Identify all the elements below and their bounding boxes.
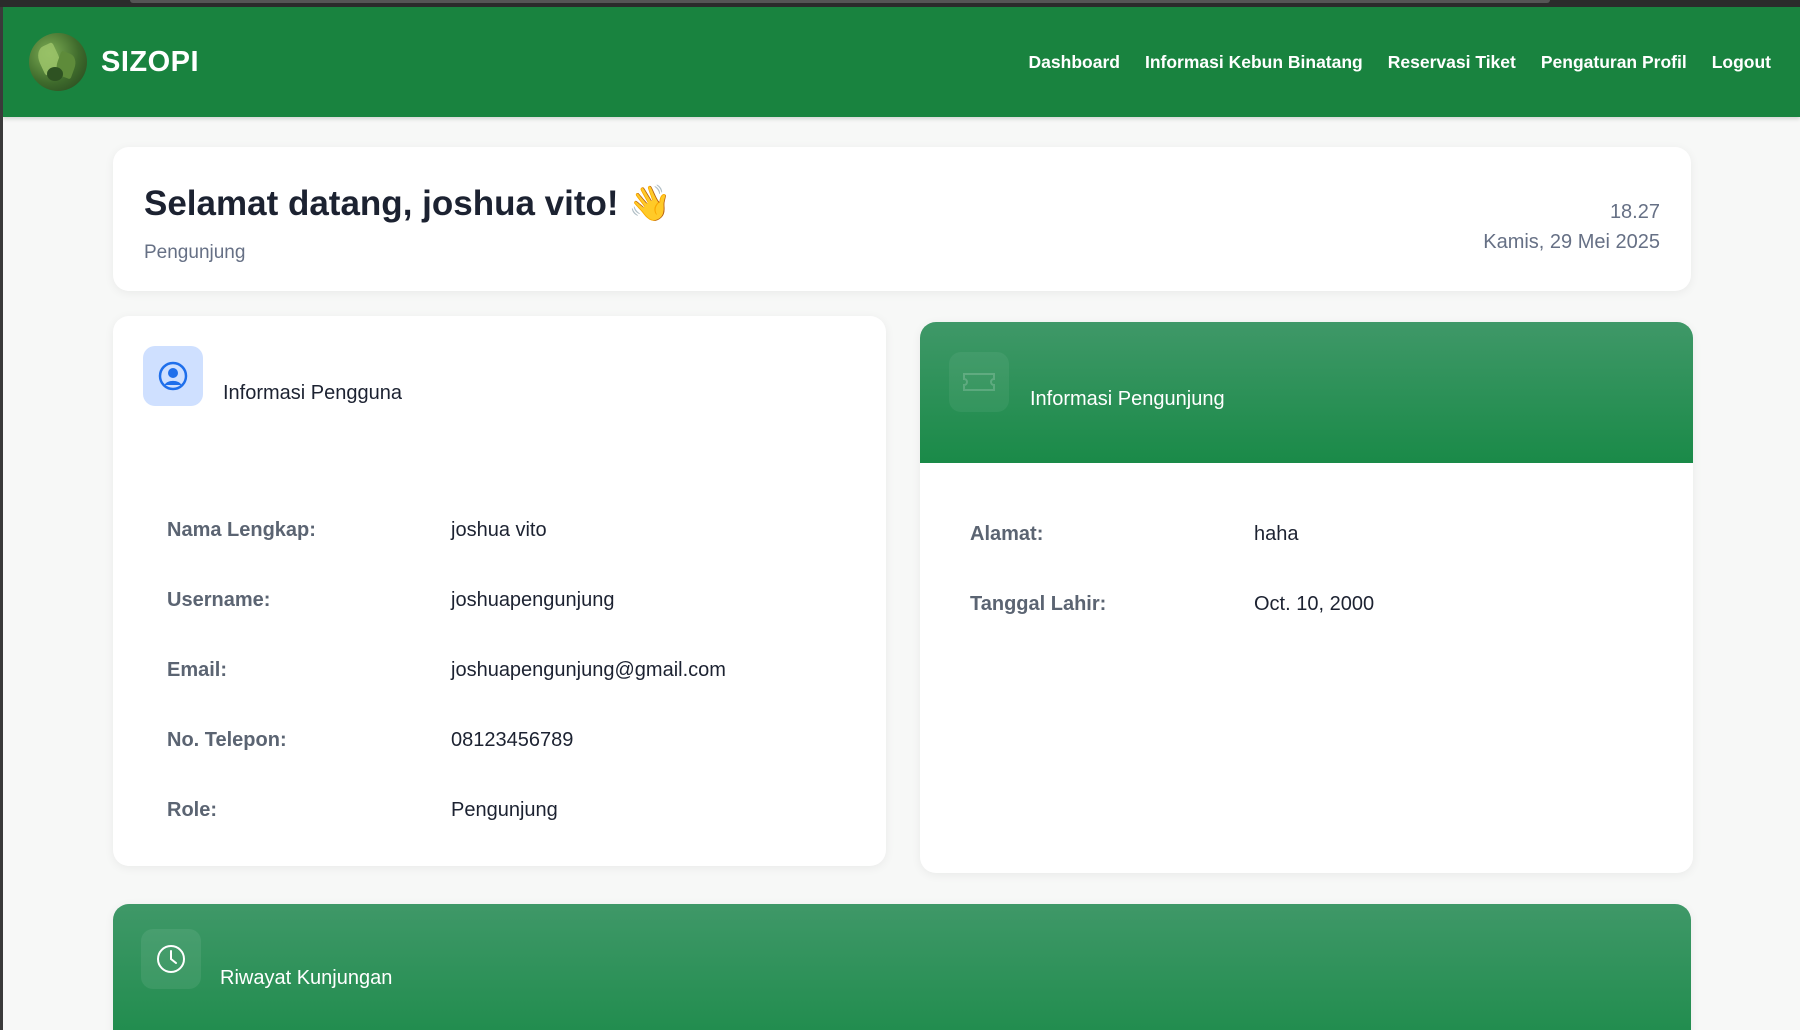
value-role: Pengunjung	[451, 799, 558, 821]
nav-dashboard[interactable]: Dashboard	[1029, 52, 1120, 73]
navbar: SIZOPI Dashboard Informasi Kebun Binatan…	[3, 7, 1800, 117]
user-info-title: Informasi Pengguna	[223, 382, 403, 404]
nav-logout[interactable]: Logout	[1712, 52, 1771, 73]
brand-name: SIZOPI	[101, 45, 200, 78]
browser-top-edge	[0, 0, 1800, 7]
label-email: Email:	[167, 659, 228, 681]
value-username: joshuapengunjung	[451, 589, 615, 611]
user-circle-icon	[143, 346, 203, 406]
sizopi-logo	[29, 33, 87, 91]
visit-history-title: Riwayat Kunjungan	[220, 967, 393, 989]
welcome-card: Selamat datang, joshua vito! 👋 Pengunjun…	[113, 147, 1691, 291]
ticket-icon	[949, 352, 1009, 412]
label-role: Role:	[167, 799, 217, 821]
value-alamat: haha	[1254, 523, 1299, 545]
label-tanggal-lahir: Tanggal Lahir:	[970, 593, 1107, 615]
value-email: joshuapengunjung@gmail.com	[451, 659, 726, 681]
clock-icon	[141, 929, 201, 989]
current-time: 18.27	[1609, 201, 1660, 223]
user-role-subtitle: Pengunjung	[144, 242, 246, 263]
label-nama-lengkap: Nama Lengkap:	[167, 519, 316, 541]
welcome-greeting: Selamat datang, joshua vito! 👋	[144, 184, 672, 223]
nav-reservasi-tiket[interactable]: Reservasi Tiket	[1388, 52, 1516, 73]
brand[interactable]: SIZOPI	[29, 33, 199, 91]
nav-informasi-kebun-binatang[interactable]: Informasi Kebun Binatang	[1145, 52, 1363, 73]
current-date: Kamis, 29 Mei 2025	[1483, 231, 1660, 253]
value-nama-lengkap: joshua vito	[451, 519, 547, 541]
label-no-telepon: No. Telepon:	[167, 729, 287, 751]
user-info-card: Informasi Pengguna Nama Lengkap: joshua …	[113, 316, 886, 866]
visitor-info-title: Informasi Pengunjung	[1030, 388, 1225, 410]
value-tanggal-lahir: Oct. 10, 2000	[1254, 593, 1375, 615]
nav-pengaturan-profil[interactable]: Pengaturan Profil	[1541, 52, 1687, 73]
page: SIZOPI Dashboard Informasi Kebun Binatan…	[3, 7, 1800, 1030]
visitor-info-card: Informasi Pengunjung Alamat: haha Tangga…	[920, 322, 1693, 873]
main-nav: Dashboard Informasi Kebun Binatang Reser…	[1029, 7, 1771, 117]
value-no-telepon: 08123456789	[451, 729, 574, 751]
label-alamat: Alamat:	[970, 523, 1044, 545]
visit-history-card: Riwayat Kunjungan	[113, 904, 1691, 1030]
label-username: Username:	[167, 589, 271, 611]
